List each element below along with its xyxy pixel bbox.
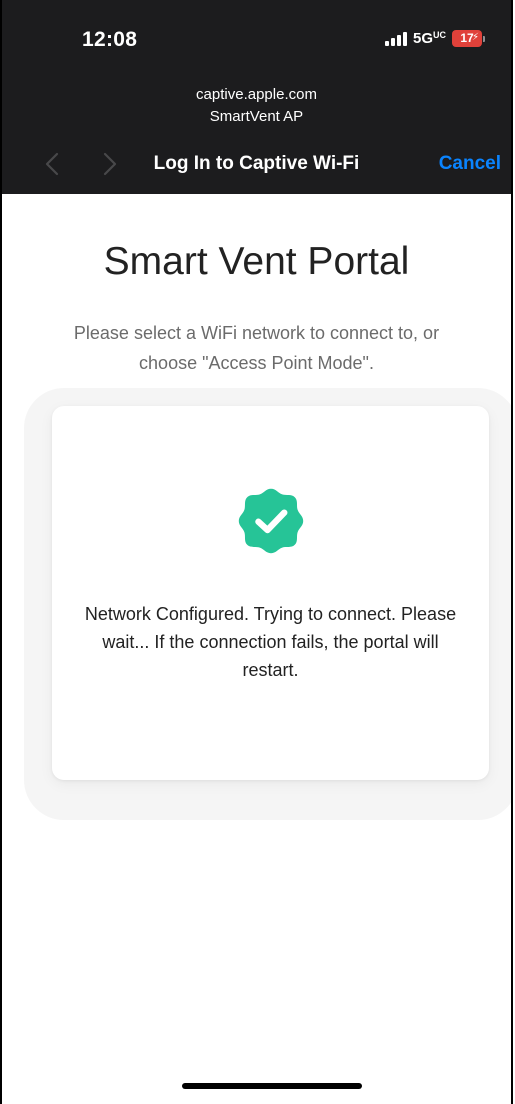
page-title: Log In to Captive Wi-Fi — [153, 153, 360, 174]
status-message: Network Configured. Trying to connect. P… — [84, 604, 457, 680]
chevron-right-icon — [103, 152, 117, 176]
charging-bolt-icon: ⚡ — [471, 32, 479, 43]
portal-subtitle: Please select a WiFi network to connect … — [73, 323, 440, 373]
home-indicator[interactable] — [182, 1083, 362, 1089]
status-card: Network Configured. Trying to connect. P… — [52, 406, 489, 780]
forward-button[interactable] — [98, 150, 122, 178]
battery-icon: 17 ⚡ — [452, 30, 485, 47]
cancel-button[interactable]: Cancel — [439, 153, 501, 175]
captive-host: captive.apple.com — [196, 86, 317, 103]
portal-title: Smart Vent Portal — [103, 240, 410, 283]
verified-check-icon — [238, 488, 304, 554]
status-indicators: 5GUC 17 ⚡ — [384, 30, 485, 47]
captive-header: 12:08 5GUC 17 ⚡ captive.apple.com SmartV… — [2, 0, 511, 194]
cellular-signal-icon — [384, 31, 407, 46]
back-button[interactable] — [40, 150, 64, 178]
status-time: 12:08 — [82, 28, 138, 51]
chevron-left-icon — [45, 152, 59, 176]
network-type: 5GUC — [412, 30, 446, 47]
captive-portal-screen: 12:08 5GUC 17 ⚡ captive.apple.com SmartV… — [0, 0, 513, 1104]
network-ssid: SmartVent AP — [209, 108, 304, 125]
